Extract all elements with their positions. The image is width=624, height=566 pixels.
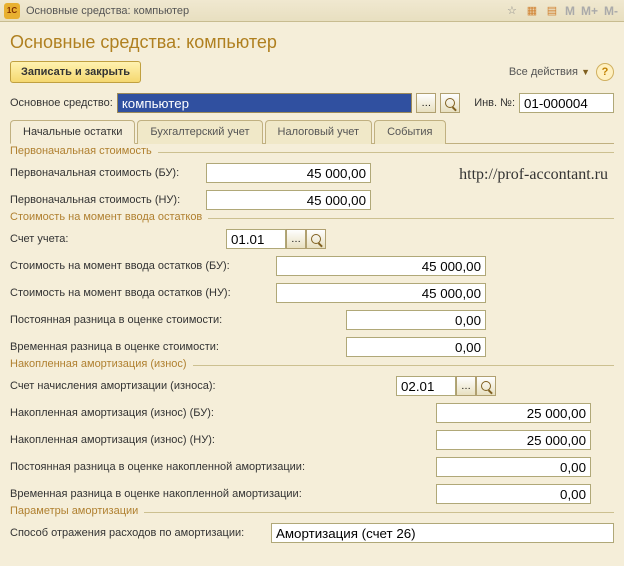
window-title: Основные средства: компьютер [26,5,503,17]
tab-events[interactable]: События [374,120,445,144]
save-close-button[interactable]: Записать и закрыть [10,61,141,83]
main-asset-search-button[interactable] [440,93,460,113]
group-balance-cost-title: Стоимость на момент ввода остатков [10,211,208,223]
app-icon: 1C [4,3,20,19]
const-diff-cost-label: Постоянная разница в оценке стоимости: [10,314,340,326]
search-icon [311,234,321,244]
balance-cost-nu-label: Стоимость на момент ввода остатков (НУ): [10,287,270,299]
depr-nu-label: Накопленная амортизация (износ) (НУ): [10,434,430,446]
depr-bu-input[interactable] [436,403,591,423]
tab-accounting[interactable]: Бухгалтерский учет [137,120,262,144]
account-pick-button[interactable]: … [286,229,306,249]
balance-cost-bu-label: Стоимость на момент ввода остатков (БУ): [10,260,270,272]
star-icon[interactable]: ☆ [503,2,521,20]
const-diff-depr-label: Постоянная разница в оценке накопленной … [10,461,430,473]
temp-diff-depr-label: Временная разница в оценке накопленной а… [10,488,430,500]
temp-diff-cost-input[interactable] [346,337,486,357]
account-search-button[interactable] [306,229,326,249]
page-title: Основные средства: компьютер [10,32,614,53]
main-asset-pick-button[interactable]: … [416,93,436,113]
titlebar: 1C Основные средства: компьютер ☆ ▦ ▤ M … [0,0,624,22]
tab-initial-balances[interactable]: Начальные остатки [10,120,135,144]
expense-method-input[interactable] [271,523,614,543]
main-asset-label: Основное средство: [10,97,113,109]
titlebar-tools: ☆ ▦ ▤ M M+ M- [503,2,620,20]
memory-mminus-button[interactable]: M- [602,4,620,18]
temp-diff-cost-label: Временная разница в оценке стоимости: [10,341,340,353]
watermark: http://prof-accontant.ru [459,166,608,184]
group-depreciation-title: Накопленная амортизация (износ) [10,358,193,370]
calc-icon[interactable]: ▤ [543,2,561,20]
chevron-down-icon: ▼ [581,67,590,77]
temp-diff-depr-input[interactable] [436,484,591,504]
content: Основные средства: компьютер Записать и … [0,22,624,560]
toolbar: Записать и закрыть Все действия ▼ ? [10,61,614,83]
memory-m-button[interactable]: M [563,4,577,18]
search-icon [481,381,491,391]
depr-bu-label: Накопленная амортизация (износ) (БУ): [10,407,430,419]
memory-mplus-button[interactable]: M+ [579,4,600,18]
group-params: Параметры амортизации Способ отражения р… [10,512,614,543]
inv-number-label: Инв. №: [474,97,515,109]
group-initial-cost-title: Первоначальная стоимость [10,145,158,157]
expense-method-label: Способ отражения расходов по амортизации… [10,527,265,539]
initial-cost-nu-input[interactable] [206,190,371,210]
header-fields-row: Основное средство: … Инв. №: [10,93,614,113]
initial-cost-bu-input[interactable] [206,163,371,183]
const-diff-cost-input[interactable] [346,310,486,330]
help-button[interactable]: ? [596,63,614,81]
tabs: Начальные остатки Бухгалтерский учет Нал… [10,119,614,144]
depr-account-search-button[interactable] [476,376,496,396]
group-depreciation: Накопленная амортизация (износ) Счет нач… [10,365,614,504]
balance-cost-nu-input[interactable] [276,283,486,303]
initial-cost-nu-label: Первоначальная стоимость (НУ): [10,194,200,206]
group-balance-cost: Стоимость на момент ввода остатков Счет … [10,218,614,357]
all-actions-link[interactable]: Все действия ▼ [509,66,590,78]
main-asset-input[interactable] [117,93,412,113]
tab-tax[interactable]: Налоговый учет [265,120,373,144]
account-label: Счет учета: [10,233,220,245]
search-icon [445,98,455,108]
depr-nu-input[interactable] [436,430,591,450]
initial-cost-bu-label: Первоначальная стоимость (БУ): [10,167,200,179]
depr-account-pick-button[interactable]: … [456,376,476,396]
depr-account-label: Счет начисления амортизации (износа): [10,380,390,392]
all-actions-label: Все действия [509,66,578,78]
const-diff-depr-input[interactable] [436,457,591,477]
account-input[interactable] [226,229,286,249]
depr-account-input[interactable] [396,376,456,396]
group-params-title: Параметры амортизации [10,505,144,517]
grid-icon[interactable]: ▦ [523,2,541,20]
balance-cost-bu-input[interactable] [276,256,486,276]
inv-number-input[interactable] [519,93,614,113]
